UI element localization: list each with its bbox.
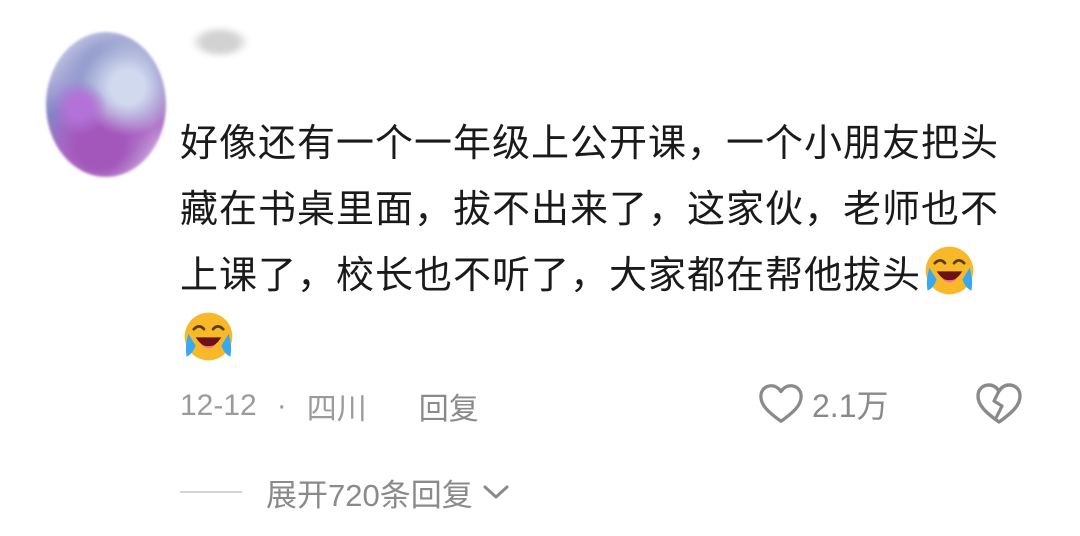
like-count: 2.1万 xyxy=(812,388,889,424)
avatar[interactable] xyxy=(46,32,166,177)
like-button[interactable]: 2.1万 xyxy=(758,380,889,428)
meta-separator: · xyxy=(276,389,287,422)
expand-divider xyxy=(180,491,242,493)
laughing-crying-emoji-icon xyxy=(184,312,233,361)
comment-date: 12-12 xyxy=(180,389,257,422)
laughing-crying-emoji-icon xyxy=(925,246,974,295)
comment-text-block: 好像还有一个一年级上公开课，一个小朋友把头藏在书桌里面，拔不出来了，这家伙，老师… xyxy=(180,110,1010,374)
reply-button[interactable]: 回复 xyxy=(419,384,479,428)
comment-item: 好像还有一个一年级上公开课，一个小朋友把头藏在书桌里面，拔不出来了，这家伙，老师… xyxy=(0,0,1080,536)
expand-replies-button[interactable]: 展开720条回复 xyxy=(180,470,511,514)
comment-text: 好像还有一个一年级上公开课，一个小朋友把头藏在书桌里面，拔不出来了，这家伙，老师… xyxy=(180,121,1000,297)
expand-replies-label: 展开720条回复 xyxy=(266,477,473,513)
chevron-down-icon xyxy=(483,485,509,499)
comment-location: 四川 xyxy=(306,393,367,426)
broken-heart-icon[interactable] xyxy=(975,382,1023,426)
heart-icon xyxy=(759,384,803,423)
comment-meta: 12-12 · 四川 回复 xyxy=(180,384,479,428)
